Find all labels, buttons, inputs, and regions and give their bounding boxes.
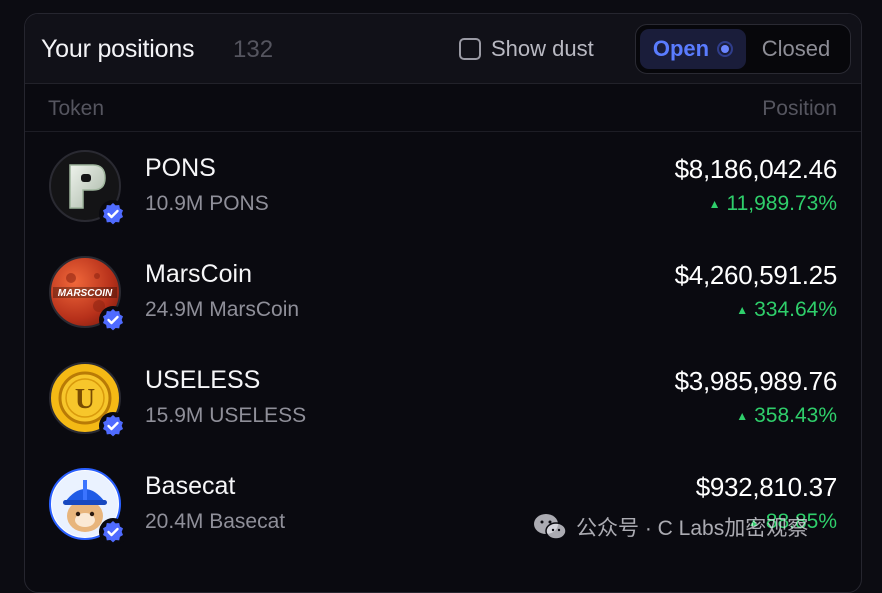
position-value: $8,186,042.46 xyxy=(674,154,838,184)
watermark-text: 公众号 · C Labs加密观察 xyxy=(576,517,809,540)
up-triangle-icon: ▲ xyxy=(736,409,749,423)
show-dust-checkbox[interactable] xyxy=(459,38,481,60)
positions-panel: Your positions 132 Show dust Open Closed… xyxy=(24,13,862,593)
position-value: $4,260,591.25 xyxy=(674,260,838,290)
token-amount: 20.4M Basecat xyxy=(145,510,286,533)
live-dot-icon xyxy=(717,41,734,57)
column-header-position: Position xyxy=(762,97,837,120)
positions-count: 132 xyxy=(233,36,274,63)
column-header-token: Token xyxy=(48,97,105,120)
position-value: $932,810.37 xyxy=(695,472,838,502)
watermark: 公众号 · C Labs加密观察 xyxy=(532,512,808,542)
show-dust-toggle[interactable]: Show dust xyxy=(459,36,594,62)
token-avatar: MARSCOIN xyxy=(49,256,127,334)
position-row[interactable]: U USELESS 15.9M USELESS $3,985,989.76 ▲ … xyxy=(25,344,861,450)
positions-header: Your positions 132 Show dust Open Closed xyxy=(25,14,861,84)
token-amount: 10.9M PONS xyxy=(145,192,269,215)
position-row[interactable]: MARSCOIN MarsCoin 24.9M MarsCoin $4,260,… xyxy=(25,238,861,344)
token-avatar xyxy=(49,468,127,546)
token-name: MarsCoin xyxy=(145,260,252,288)
tab-open[interactable]: Open xyxy=(640,29,746,69)
token-avatar: U xyxy=(49,362,127,440)
token-name: USELESS xyxy=(145,366,261,394)
position-value: $3,985,989.76 xyxy=(674,366,838,396)
wechat-icon xyxy=(534,514,567,540)
tab-closed[interactable]: Closed xyxy=(746,36,846,62)
open-closed-toggle: Open Closed xyxy=(635,24,851,74)
position-change-value: 334.64% xyxy=(754,298,837,321)
column-headers: Token Position xyxy=(25,84,861,132)
marscoin-logo-text: MARSCOIN xyxy=(58,288,113,299)
useless-logo-text: U xyxy=(75,384,95,415)
tab-open-label: Open xyxy=(652,36,710,61)
verified-badge-icon xyxy=(99,518,127,546)
token-avatar xyxy=(49,150,127,228)
position-row[interactable]: PONS 10.9M PONS $8,186,042.46 ▲ 11,989.7… xyxy=(25,132,861,238)
show-dust-label: Show dust xyxy=(491,36,594,61)
token-amount: 24.9M MarsCoin xyxy=(145,298,300,321)
up-triangle-icon: ▲ xyxy=(708,197,721,211)
token-amount: 15.9M USELESS xyxy=(145,404,307,427)
position-change: ▲ 334.64% xyxy=(736,298,837,322)
position-change: ▲ 11,989.73% xyxy=(709,192,837,216)
position-change-value: 358.43% xyxy=(754,404,837,427)
position-change-value: 11,989.73% xyxy=(726,192,837,215)
token-name: Basecat xyxy=(145,472,236,500)
up-triangle-icon: ▲ xyxy=(736,303,749,317)
token-name: PONS xyxy=(145,154,216,182)
verified-badge-icon xyxy=(99,306,127,334)
position-change: ▲ 358.43% xyxy=(736,404,837,428)
page-title: Your positions xyxy=(41,35,195,63)
verified-badge-icon xyxy=(99,412,127,440)
verified-badge-icon xyxy=(99,200,127,228)
